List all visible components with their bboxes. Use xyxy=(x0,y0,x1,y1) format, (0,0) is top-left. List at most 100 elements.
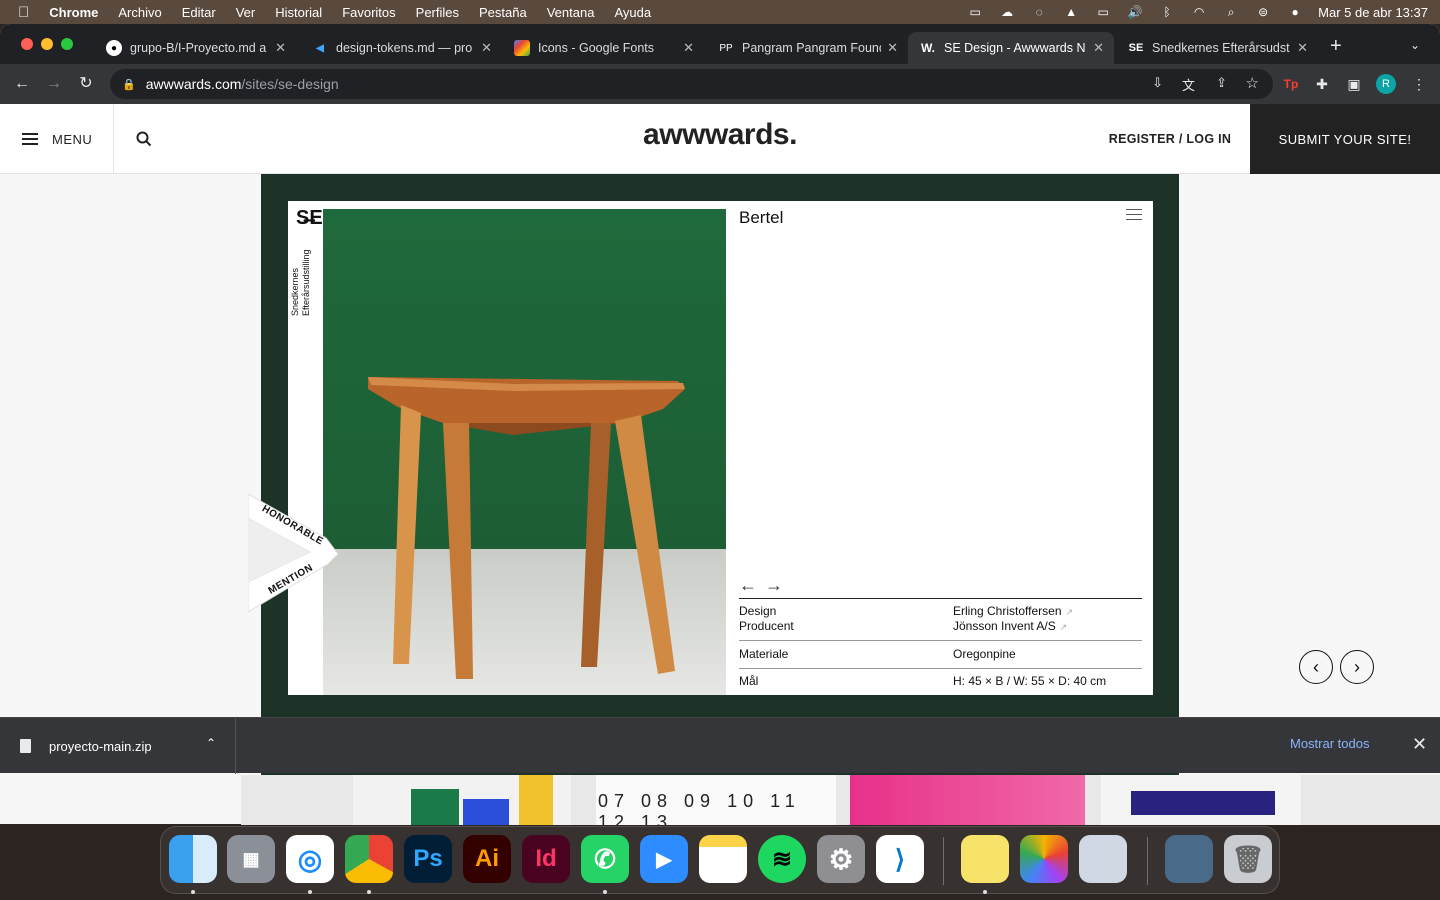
spotify-icon[interactable]: ≋ xyxy=(758,835,806,883)
tab-close-icon[interactable]: ✕ xyxy=(887,40,898,56)
tab-github[interactable]: ● grupo-B/I-Proyecto.md a ✕ xyxy=(94,32,296,64)
arrow-right-icon[interactable]: → xyxy=(765,575,791,595)
menubar-item-pestana[interactable]: Pestaña xyxy=(479,5,527,20)
download-item[interactable]: proyecto-main.zip ⌃ xyxy=(0,718,236,774)
honorable-mention-badge[interactable]: HONORABLE MENTION xyxy=(247,482,339,622)
awwwards-logo[interactable]: awwwards. xyxy=(620,118,820,152)
finder-icon[interactable] xyxy=(169,835,217,883)
arrow-left-icon[interactable]: ← xyxy=(739,575,765,595)
notes-icon[interactable] xyxy=(699,835,747,883)
photoshop-icon[interactable]: Ps xyxy=(404,835,452,883)
menubar-item-archivo[interactable]: Archivo xyxy=(118,5,161,20)
battery-icon[interactable]: ▭ xyxy=(1094,5,1112,19)
tab-design-tokens[interactable]: ◀ design-tokens.md — pro ✕ xyxy=(300,32,502,64)
tab-label: grupo-B/I-Proyecto.md a xyxy=(130,41,267,55)
preview-icon[interactable] xyxy=(1079,835,1127,883)
launchpad-icon[interactable]: ▦ xyxy=(227,835,275,883)
illustrator-icon[interactable]: Ai xyxy=(463,835,511,883)
trash-icon[interactable]: 🗑 xyxy=(1224,835,1272,883)
address-bar[interactable]: 🔒 awwwards.com/sites/se-design ⇩ 文 ⇪ ☆ xyxy=(110,69,1273,99)
spotlight-search-icon[interactable]: ⌕ xyxy=(1222,5,1240,19)
tab-google-fonts[interactable]: Icons - Google Fonts ✕ xyxy=(502,32,704,64)
google-fonts-icon xyxy=(514,40,530,56)
prev-slide-button[interactable]: ‹ xyxy=(1299,650,1333,684)
menubar-item-favoritos[interactable]: Favoritos xyxy=(342,5,395,20)
photos-icon[interactable] xyxy=(1020,835,1068,883)
lock-icon[interactable]: 🔒 xyxy=(122,78,136,91)
volume-icon[interactable]: 🔊 xyxy=(1126,5,1144,19)
downloads-stack-icon[interactable] xyxy=(1165,835,1213,883)
search-button[interactable] xyxy=(114,104,174,174)
tab-bar: ● grupo-B/I-Proyecto.md a ✕ ◀ design-tok… xyxy=(0,24,1440,64)
spec-divider xyxy=(739,640,1142,641)
vscode-dock-icon[interactable]: ⟩ xyxy=(876,835,924,883)
tab-close-icon[interactable]: ✕ xyxy=(1093,40,1104,56)
minimize-window-button[interactable] xyxy=(41,38,53,50)
product-title: Bertel xyxy=(739,208,784,227)
reload-icon[interactable]: ↻ xyxy=(76,74,96,94)
menubar-item-ver[interactable]: Ver xyxy=(236,5,256,20)
control-center-icon[interactable]: ⊜ xyxy=(1254,5,1272,19)
close-download-bar-icon[interactable]: ✕ xyxy=(1412,734,1427,755)
tab-close-icon[interactable]: ✕ xyxy=(683,40,694,56)
menubar-item-ayuda[interactable]: Ayuda xyxy=(614,5,651,20)
site-screenshot[interactable]: S̶E Snedkernes Efterårsudstilling Bertel… xyxy=(288,201,1153,695)
spec-value-design[interactable]: Erling Christoffersen ↗ xyxy=(953,604,1073,618)
menubar-item-perfiles[interactable]: Perfiles xyxy=(416,5,459,20)
menubar-item-historial[interactable]: Historial xyxy=(275,5,322,20)
spec-value-producent[interactable]: Jönsson Invent A/S ↗ xyxy=(953,619,1067,633)
tab-search-chevron-icon[interactable]: ⌄ xyxy=(1410,38,1420,52)
back-icon[interactable]: ← xyxy=(12,74,32,94)
forward-icon[interactable]: → xyxy=(44,74,64,94)
tab-close-icon[interactable]: ✕ xyxy=(1297,40,1308,56)
safari-icon[interactable]: ◎ xyxy=(286,835,334,883)
show-all-downloads-button[interactable]: Mostrar todos xyxy=(1290,736,1369,751)
next-slide-button[interactable]: › xyxy=(1340,650,1374,684)
menubar-item-chrome[interactable]: Chrome xyxy=(49,5,98,20)
menubar-clock[interactable]: Mar 5 de abr 13:37 xyxy=(1318,5,1428,20)
tab-pangram[interactable]: PP Pangram Pangram Found ✕ xyxy=(706,32,908,64)
tab-se-design-awwwards[interactable]: W. SE Design - Awwwards N ✕ xyxy=(908,32,1114,64)
zoom-window-button[interactable] xyxy=(61,38,73,50)
register-login-link[interactable]: REGISTER / LOG IN xyxy=(1100,104,1240,174)
chevron-up-icon[interactable]: ⌃ xyxy=(206,736,216,750)
extensions-puzzle-icon[interactable]: ✚ xyxy=(1313,75,1331,93)
extension-tp-icon[interactable]: Tp xyxy=(1282,75,1300,93)
apple-menu-icon[interactable]:  xyxy=(18,4,29,21)
pangram-icon: PP xyxy=(719,42,733,54)
chrome-icon[interactable] xyxy=(345,835,393,883)
site-menu-icon[interactable] xyxy=(1126,209,1142,221)
bookmark-star-icon[interactable]: ☆ xyxy=(1246,74,1259,92)
zoom-icon[interactable]: ▶ xyxy=(640,835,688,883)
site-header: MENU awwwards. REGISTER / LOG IN SUBMIT … xyxy=(0,104,1440,174)
indesign-icon[interactable]: Id xyxy=(522,835,570,883)
mountain-app-icon[interactable]: ▲ xyxy=(1062,5,1080,19)
bluetooth-icon[interactable]: ᛒ xyxy=(1158,5,1176,19)
screen-mirror-icon[interactable]: ▭ xyxy=(966,5,984,19)
side-panel-icon[interactable]: ▣ xyxy=(1345,75,1363,93)
whatsapp-icon[interactable]: ✆ xyxy=(581,835,629,883)
wifi-icon[interactable]: ◠ xyxy=(1190,5,1208,19)
dock-separator xyxy=(1147,837,1148,885)
close-window-button[interactable] xyxy=(21,38,33,50)
menubar-item-editar[interactable]: Editar xyxy=(182,5,216,20)
loading-icon[interactable]: ◌ xyxy=(1030,5,1048,19)
menubar-item-ventana[interactable]: Ventana xyxy=(547,5,595,20)
chrome-menu-icon[interactable]: ⋮ xyxy=(1410,75,1428,93)
creative-cloud-icon[interactable]: ☁ xyxy=(998,5,1016,19)
tab-close-icon[interactable]: ✕ xyxy=(481,40,492,56)
siri-icon[interactable]: ● xyxy=(1286,5,1304,19)
profile-avatar[interactable]: R xyxy=(1376,74,1396,94)
external-link-icon: ↗ xyxy=(1059,622,1068,632)
submit-site-button[interactable]: SUBMIT YOUR SITE! xyxy=(1250,104,1440,174)
tab-snedkernes[interactable]: SE Snedkernes Efterårsudst ✕ xyxy=(1116,32,1318,64)
tab-close-icon[interactable]: ✕ xyxy=(275,40,286,56)
new-tab-button[interactable]: + xyxy=(1330,36,1342,56)
menu-button[interactable]: MENU xyxy=(0,104,114,174)
translate-icon[interactable]: 文 xyxy=(1182,75,1195,94)
system-preferences-icon[interactable]: ⚙ xyxy=(817,835,865,883)
stickies-icon[interactable] xyxy=(961,835,1009,883)
download-bar: proyecto-main.zip ⌃ Mostrar todos ✕ xyxy=(0,717,1440,774)
install-app-icon[interactable]: ⇩ xyxy=(1152,75,1163,91)
share-icon[interactable]: ⇪ xyxy=(1216,75,1227,91)
